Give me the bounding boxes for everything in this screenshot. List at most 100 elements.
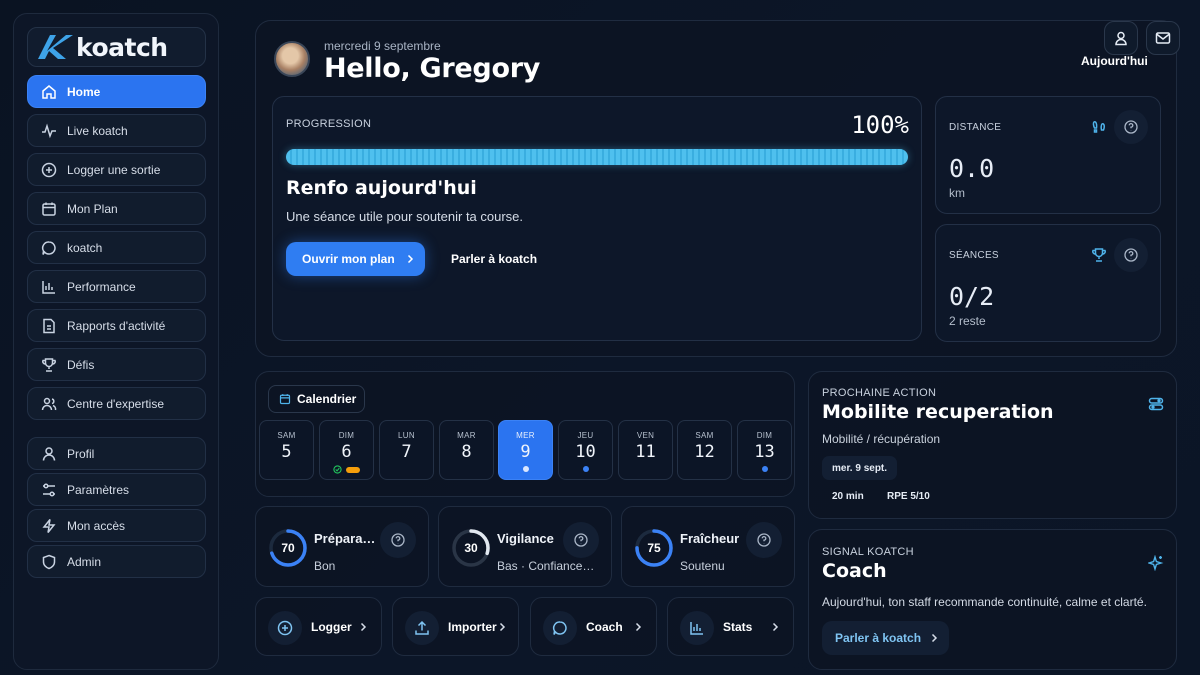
- chevron-right-icon: [360, 622, 367, 632]
- distance-value: 0.0: [949, 154, 995, 183]
- metric-help-button[interactable]: [563, 522, 599, 558]
- brand-logo[interactable]: koatch: [27, 27, 206, 67]
- sidebar-item-performance[interactable]: Performance: [27, 270, 206, 303]
- koatch-logo-icon: [38, 35, 73, 59]
- day-number: 9: [520, 442, 531, 462]
- signal-label: SIGNAL KOATCH: [822, 546, 914, 558]
- quick-action-importer[interactable]: Importer: [392, 597, 519, 656]
- metric-value: 75: [647, 541, 661, 555]
- sidebar-item-label: Rapports d'activité: [67, 318, 166, 333]
- sidebar-item-profil[interactable]: Profil: [27, 437, 206, 470]
- user-icon: [42, 446, 56, 461]
- open-plan-button[interactable]: Ouvrir mon plan: [286, 242, 425, 276]
- messages-button[interactable]: [1146, 21, 1180, 55]
- chat-icon: [41, 240, 56, 255]
- distance-unit: km: [949, 186, 965, 200]
- trophy-icon: [42, 357, 56, 372]
- metric-card-fraicheur[interactable]: 75 Fraîcheur Soutenu: [621, 506, 795, 587]
- calendar-day-selected[interactable]: MER 9: [498, 420, 553, 480]
- plus-circle-icon: [41, 162, 57, 177]
- calendar-day[interactable]: VEN 11: [618, 420, 673, 480]
- calendar-day[interactable]: SAM 12: [677, 420, 732, 480]
- date-chip: mer. 9 sept.: [822, 456, 898, 480]
- sidebar-item-parametres[interactable]: Paramètres: [27, 473, 206, 506]
- quick-action-icon: [680, 611, 714, 645]
- sidebar-item-admin[interactable]: Admin: [27, 545, 206, 578]
- settings-sliders-icon[interactable]: [1148, 396, 1164, 412]
- calendar-day[interactable]: DIM 6: [319, 420, 374, 480]
- mail-icon: [1155, 32, 1171, 44]
- calendar-day[interactable]: JEU 10: [558, 420, 613, 480]
- upload-icon: [415, 620, 429, 635]
- metric-card-preparation[interactable]: 70 Préparation Bon: [255, 506, 429, 587]
- talk-koatch-button[interactable]: Parler à koatch: [437, 242, 547, 276]
- metric-title: Fraîcheur: [680, 531, 740, 546]
- quick-action-icon: [268, 611, 302, 645]
- calendar-icon: [42, 202, 56, 216]
- metric-card-vigilance[interactable]: 30 Vigilance Bas · Confiance moyenne: [438, 506, 612, 587]
- chevron-right-icon: [407, 254, 413, 264]
- sidebar-item-centre-expertise[interactable]: Centre d'expertise: [27, 387, 206, 420]
- next-action-label: PROCHAINE ACTION: [822, 387, 937, 399]
- calendar-button-label: Calendrier: [297, 392, 357, 406]
- quick-action-label: Importer: [448, 620, 497, 634]
- day-number: 10: [575, 442, 596, 462]
- sessions-remaining: 2 reste: [949, 314, 986, 328]
- day-name: MAR: [457, 431, 476, 440]
- next-action-card[interactable]: PROCHAINE ACTION Mobilite recuperation M…: [808, 371, 1177, 519]
- help-icon: [757, 533, 771, 547]
- sidebar-item-label: Profil: [67, 446, 95, 461]
- quick-action-label: Coach: [586, 620, 623, 634]
- sidebar-item-home[interactable]: Home: [27, 75, 206, 108]
- next-action-title: Mobilite recuperation: [822, 401, 1054, 423]
- progression-bar: [286, 149, 908, 165]
- day-number: 5: [281, 442, 292, 462]
- session-dot: [582, 466, 589, 472]
- chevron-right-icon: [499, 622, 506, 632]
- calendar-day[interactable]: MAR 8: [439, 420, 494, 480]
- metric-value: 70: [281, 541, 295, 555]
- day-number: 12: [694, 442, 715, 462]
- distance-label: DISTANCE: [949, 122, 1002, 133]
- calendar-day[interactable]: LUN 7: [379, 420, 434, 480]
- sidebar-item-defis[interactable]: Défis: [27, 348, 206, 381]
- avatar[interactable]: [274, 41, 310, 77]
- sidebar-item-koatch[interactable]: koatch: [27, 231, 206, 264]
- day-indicators: [320, 465, 373, 474]
- sidebar-item-mon-acces[interactable]: Mon accès: [27, 509, 206, 542]
- sidebar-item-live-koatch[interactable]: Live koatch: [27, 114, 206, 147]
- sidebar-item-mon-plan[interactable]: Mon Plan: [27, 192, 206, 225]
- profile-button[interactable]: [1104, 21, 1138, 55]
- quick-action-label: Logger: [311, 620, 352, 634]
- metric-help-button[interactable]: [746, 522, 782, 558]
- plus-circle-icon: [277, 620, 293, 636]
- chevron-right-icon: [932, 633, 938, 643]
- metric-status: Bon: [314, 559, 336, 573]
- sidebar-item-label: Admin: [67, 554, 102, 569]
- metric-status: Soutenu: [680, 559, 725, 573]
- signal-talk-button[interactable]: Parler à koatch: [822, 621, 949, 655]
- today-label[interactable]: Aujourd'hui: [1081, 54, 1148, 68]
- chevron-right-icon: [635, 622, 642, 632]
- quick-action-stats[interactable]: Stats: [667, 597, 794, 656]
- metric-help-button[interactable]: [380, 522, 416, 558]
- calendar-icon: [279, 394, 291, 405]
- quick-action-logger[interactable]: Logger: [255, 597, 382, 656]
- sidebar-item-logger[interactable]: Logger une sortie: [27, 153, 206, 186]
- sidebar-item-rapports[interactable]: Rapports d'activité: [27, 309, 206, 342]
- signal-message: Aujourd'hui, ton staff recommande contin…: [822, 595, 1147, 609]
- sessions-help-button[interactable]: [1114, 238, 1148, 272]
- distance-help-button[interactable]: [1114, 110, 1148, 144]
- calendar-day[interactable]: SAM 5: [259, 420, 314, 480]
- help-icon: [391, 533, 405, 547]
- check-circle-icon: [333, 465, 342, 474]
- calendar-day[interactable]: DIM 13: [737, 420, 792, 480]
- quick-action-icon: [405, 611, 439, 645]
- quick-action-coach[interactable]: Coach: [530, 597, 657, 656]
- calendar-button[interactable]: Calendrier: [268, 385, 365, 413]
- sliders-icon: [43, 482, 55, 497]
- metric-value: 30: [464, 541, 478, 555]
- day-name: SAM: [695, 431, 714, 440]
- day-name: VEN: [636, 431, 655, 440]
- sidebar: koatch Home Live koatch Logger une sorti…: [13, 13, 219, 670]
